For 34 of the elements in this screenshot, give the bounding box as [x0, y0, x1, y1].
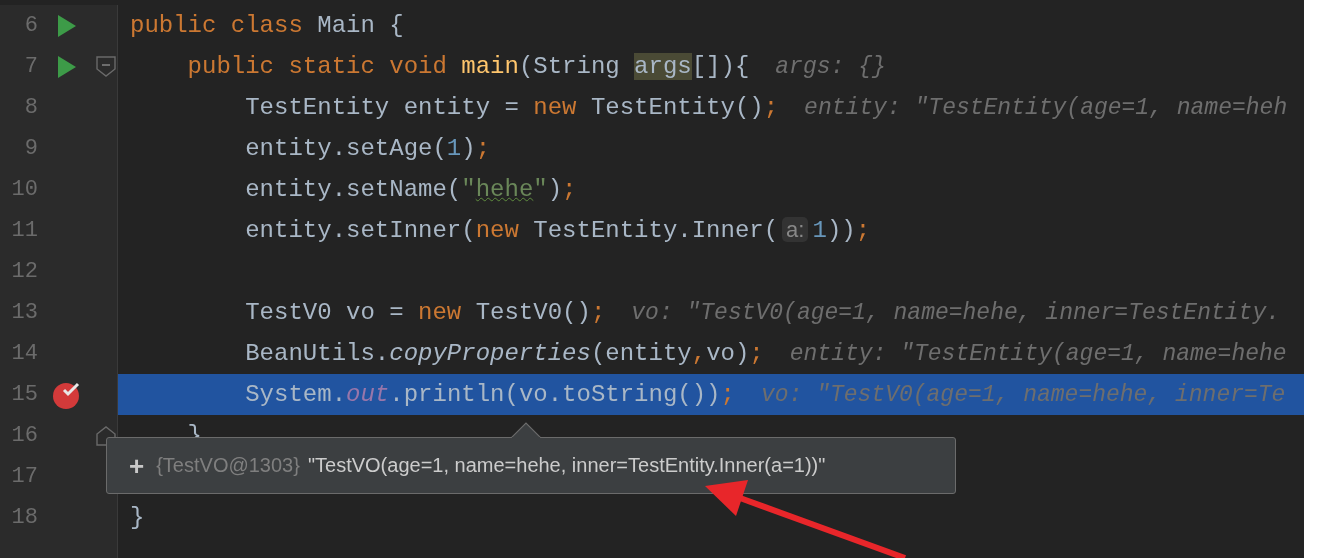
code-line: public class Main { [130, 12, 404, 39]
code-line: TestEntity entity = new TestEntity(); [245, 94, 779, 121]
code-line: public static void main(String args[]){ [187, 53, 750, 80]
code-line: System.out.println(vo.toString()); [245, 381, 735, 408]
run-icon[interactable] [58, 14, 76, 37]
line-number: 15 [10, 382, 38, 407]
code-line: TestV0 vo = new TestV0(); [245, 299, 606, 326]
object-id: {TestVO@1303} [156, 454, 300, 477]
code-line: entity.setName("hehe"); [245, 176, 577, 203]
line-number: 14 [10, 341, 38, 366]
expand-button[interactable]: + [129, 452, 145, 479]
line-number: 11 [10, 218, 38, 243]
line-number: 16 [10, 423, 38, 448]
inline-value-hint: vo: "TestV0(age=1, name=hehe, inner=TestEntity. [631, 299, 1280, 326]
line-number: 7 [23, 54, 38, 79]
code-line: entity.setAge(1); [245, 135, 491, 162]
code-line: } [130, 504, 145, 531]
line-number: 12 [10, 259, 38, 284]
inline-value-hint: vo: "TestV0(age=1, name=hehe, inner=Te [760, 381, 1286, 408]
line-number: 9 [23, 136, 38, 161]
line-number: 18 [10, 505, 38, 530]
line-number: 13 [10, 300, 38, 325]
inline-value-hint: entity: "TestEntity(age=1, name=heh [804, 94, 1288, 121]
run-icon[interactable] [58, 55, 76, 78]
line-number: 8 [23, 95, 38, 120]
line-number: 17 [10, 464, 38, 489]
inline-value-hint: entity: "TestEntity(age=1, name=hehe [789, 340, 1287, 367]
code-line: entity.setInner(new TestEntity.Inner( a: 1)); [245, 217, 871, 244]
code-line: BeanUtils.copyProperties(entity,vo); [245, 340, 764, 367]
value-text: "TestVO(age=1, name=hehe, inner=TestEntity.Inner(a=1))" [307, 454, 826, 477]
fold-icon[interactable] [96, 55, 116, 78]
inline-value-hint: args: {} [775, 53, 886, 80]
line-number: 10 [10, 177, 38, 202]
line-number: 6 [23, 13, 38, 38]
